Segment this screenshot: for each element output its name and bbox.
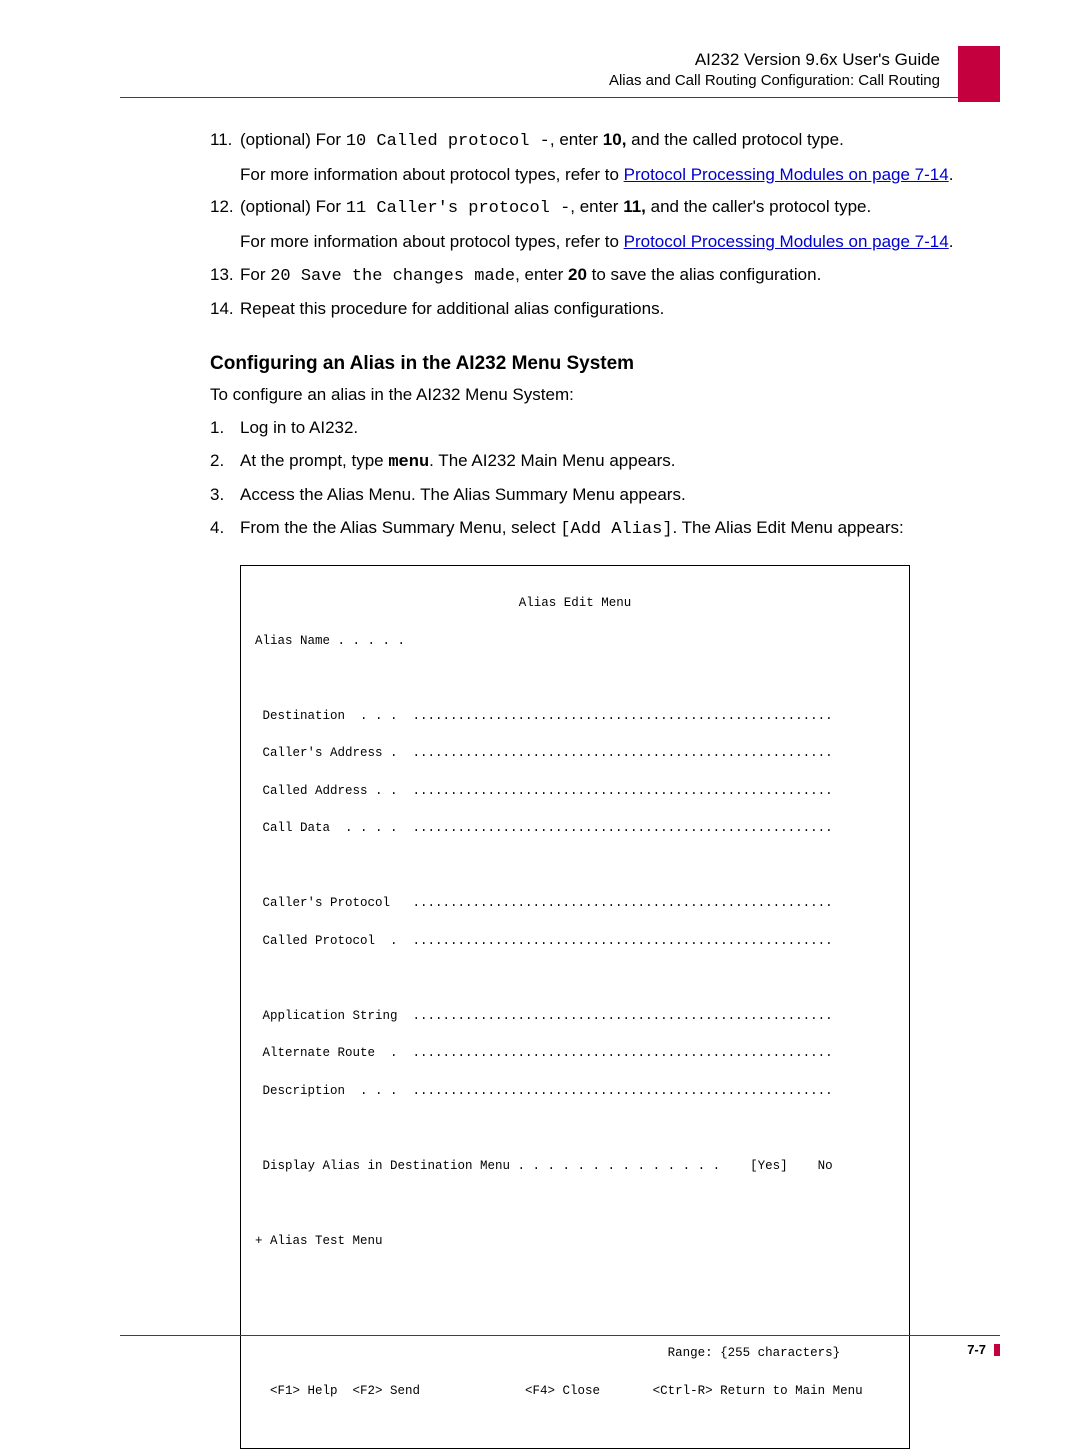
step-text: Log in to AI232. (240, 416, 358, 441)
menu-footer-keys: <F1> Help <F2> Send <F4> Close <Ctrl-R> … (255, 1382, 895, 1401)
text: and the called protocol type. (626, 130, 843, 149)
step-12-detail: For more information about protocol type… (240, 230, 970, 255)
text: (optional) For (240, 197, 346, 216)
step-text: Access the Alias Menu. The Alias Summary… (240, 483, 686, 508)
protocol-modules-link[interactable]: Protocol Processing Modules on page 7-14 (624, 232, 949, 251)
step-number: 2. (210, 449, 240, 476)
header-rule (120, 97, 1000, 98)
menu-row-call-data: Call Data . . . . ......................… (255, 819, 895, 838)
substep-1: 1. Log in to AI232. (210, 416, 970, 441)
text: At the prompt, type (240, 451, 388, 470)
text: . The AI232 Main Menu appears. (429, 451, 675, 470)
substep-4: 4. From the the Alias Summary Menu, sele… (210, 516, 970, 543)
menu-row-destination: Destination . . . ......................… (255, 707, 895, 726)
code-text: menu (388, 453, 429, 472)
section-intro: To configure an alias in the AI232 Menu … (210, 383, 970, 408)
step-text: At the prompt, type menu. The AI232 Main… (240, 449, 676, 476)
text: For (240, 265, 270, 284)
header-subtitle: Alias and Call Routing Configuration: Ca… (120, 72, 1000, 89)
text: , enter (570, 197, 623, 216)
step-number: 11. (210, 128, 240, 155)
text: For more information about protocol type… (240, 165, 624, 184)
step-text: (optional) For 11 Caller's protocol -, e… (240, 195, 871, 222)
alias-edit-menu: Alias Edit Menu Alias Name . . . . . Des… (240, 565, 910, 1449)
text: From the the Alias Summary Menu, select (240, 518, 560, 537)
text: to save the alias configuration. (587, 265, 821, 284)
menu-row-callers-protocol: Caller's Protocol ......................… (255, 894, 895, 913)
page-header: AI232 Version 9.6x User's Guide Alias an… (120, 50, 1000, 120)
step-12: 12. (optional) For 11 Caller's protocol … (210, 195, 970, 222)
bold-text: 10, (603, 130, 627, 149)
code-text: 10 Called protocol - (346, 132, 550, 151)
step-number: 1. (210, 416, 240, 441)
code-text: 20 Save the changes made (270, 267, 515, 286)
step-number: 13. (210, 263, 240, 290)
step-number: 12. (210, 195, 240, 222)
menu-row-test-menu: + Alias Test Menu (255, 1232, 895, 1251)
menu-row-display-alias: Display Alias in Destination Menu . . . … (255, 1157, 895, 1176)
step-text: For 20 Save the changes made, enter 20 t… (240, 263, 821, 290)
header-accent-block (958, 46, 1000, 102)
text: and the caller's protocol type. (646, 197, 871, 216)
step-text: (optional) For 10 Called protocol -, ent… (240, 128, 844, 155)
page: AI232 Version 9.6x User's Guide Alias an… (0, 0, 1080, 1397)
menu-row-application-string: Application String .....................… (255, 1007, 895, 1026)
step-number: 3. (210, 483, 240, 508)
menu-row-callers-address: Caller's Address . .....................… (255, 744, 895, 763)
step-11-detail: For more information about protocol type… (240, 163, 970, 188)
protocol-modules-link[interactable]: Protocol Processing Modules on page 7-14 (624, 165, 949, 184)
step-number: 4. (210, 516, 240, 543)
substep-2: 2. At the prompt, type menu. The AI232 M… (210, 449, 970, 476)
menu-title: Alias Edit Menu (255, 594, 895, 613)
step-13: 13. For 20 Save the changes made, enter … (210, 263, 970, 290)
text: . The Alias Edit Menu appears: (673, 518, 904, 537)
page-footer: 7-7 (120, 1335, 1000, 1357)
header-title: AI232 Version 9.6x User's Guide (120, 50, 1000, 70)
text: (optional) For (240, 130, 346, 149)
page-number: 7-7 (120, 1342, 1000, 1357)
section-heading: Configuring an Alias in the AI232 Menu S… (210, 350, 970, 378)
text: , enter (515, 265, 568, 284)
bold-text: 20 (568, 265, 587, 284)
bold-text: 11, (623, 197, 646, 216)
code-text: 11 Caller's protocol - (346, 199, 570, 218)
menu-row-called-address: Called Address . . .....................… (255, 782, 895, 801)
step-11: 11. (optional) For 10 Called protocol -,… (210, 128, 970, 155)
text: For more information about protocol type… (240, 232, 624, 251)
code-text: [Add Alias] (560, 520, 672, 539)
content-body: 11. (optional) For 10 Called protocol -,… (120, 128, 1000, 1449)
menu-row-alias-name: Alias Name . . . . . (255, 632, 895, 651)
step-text: Repeat this procedure for additional ali… (240, 297, 664, 322)
footer-rule (120, 1335, 1000, 1336)
step-number: 14. (210, 297, 240, 322)
text: , enter (550, 130, 603, 149)
menu-row-alternate-route: Alternate Route . ......................… (255, 1044, 895, 1063)
step-text: From the the Alias Summary Menu, select … (240, 516, 904, 543)
substep-3: 3. Access the Alias Menu. The Alias Summ… (210, 483, 970, 508)
step-14: 14. Repeat this procedure for additional… (210, 297, 970, 322)
menu-row-called-protocol: Called Protocol . ......................… (255, 932, 895, 951)
menu-row-description: Description . . . ......................… (255, 1082, 895, 1101)
